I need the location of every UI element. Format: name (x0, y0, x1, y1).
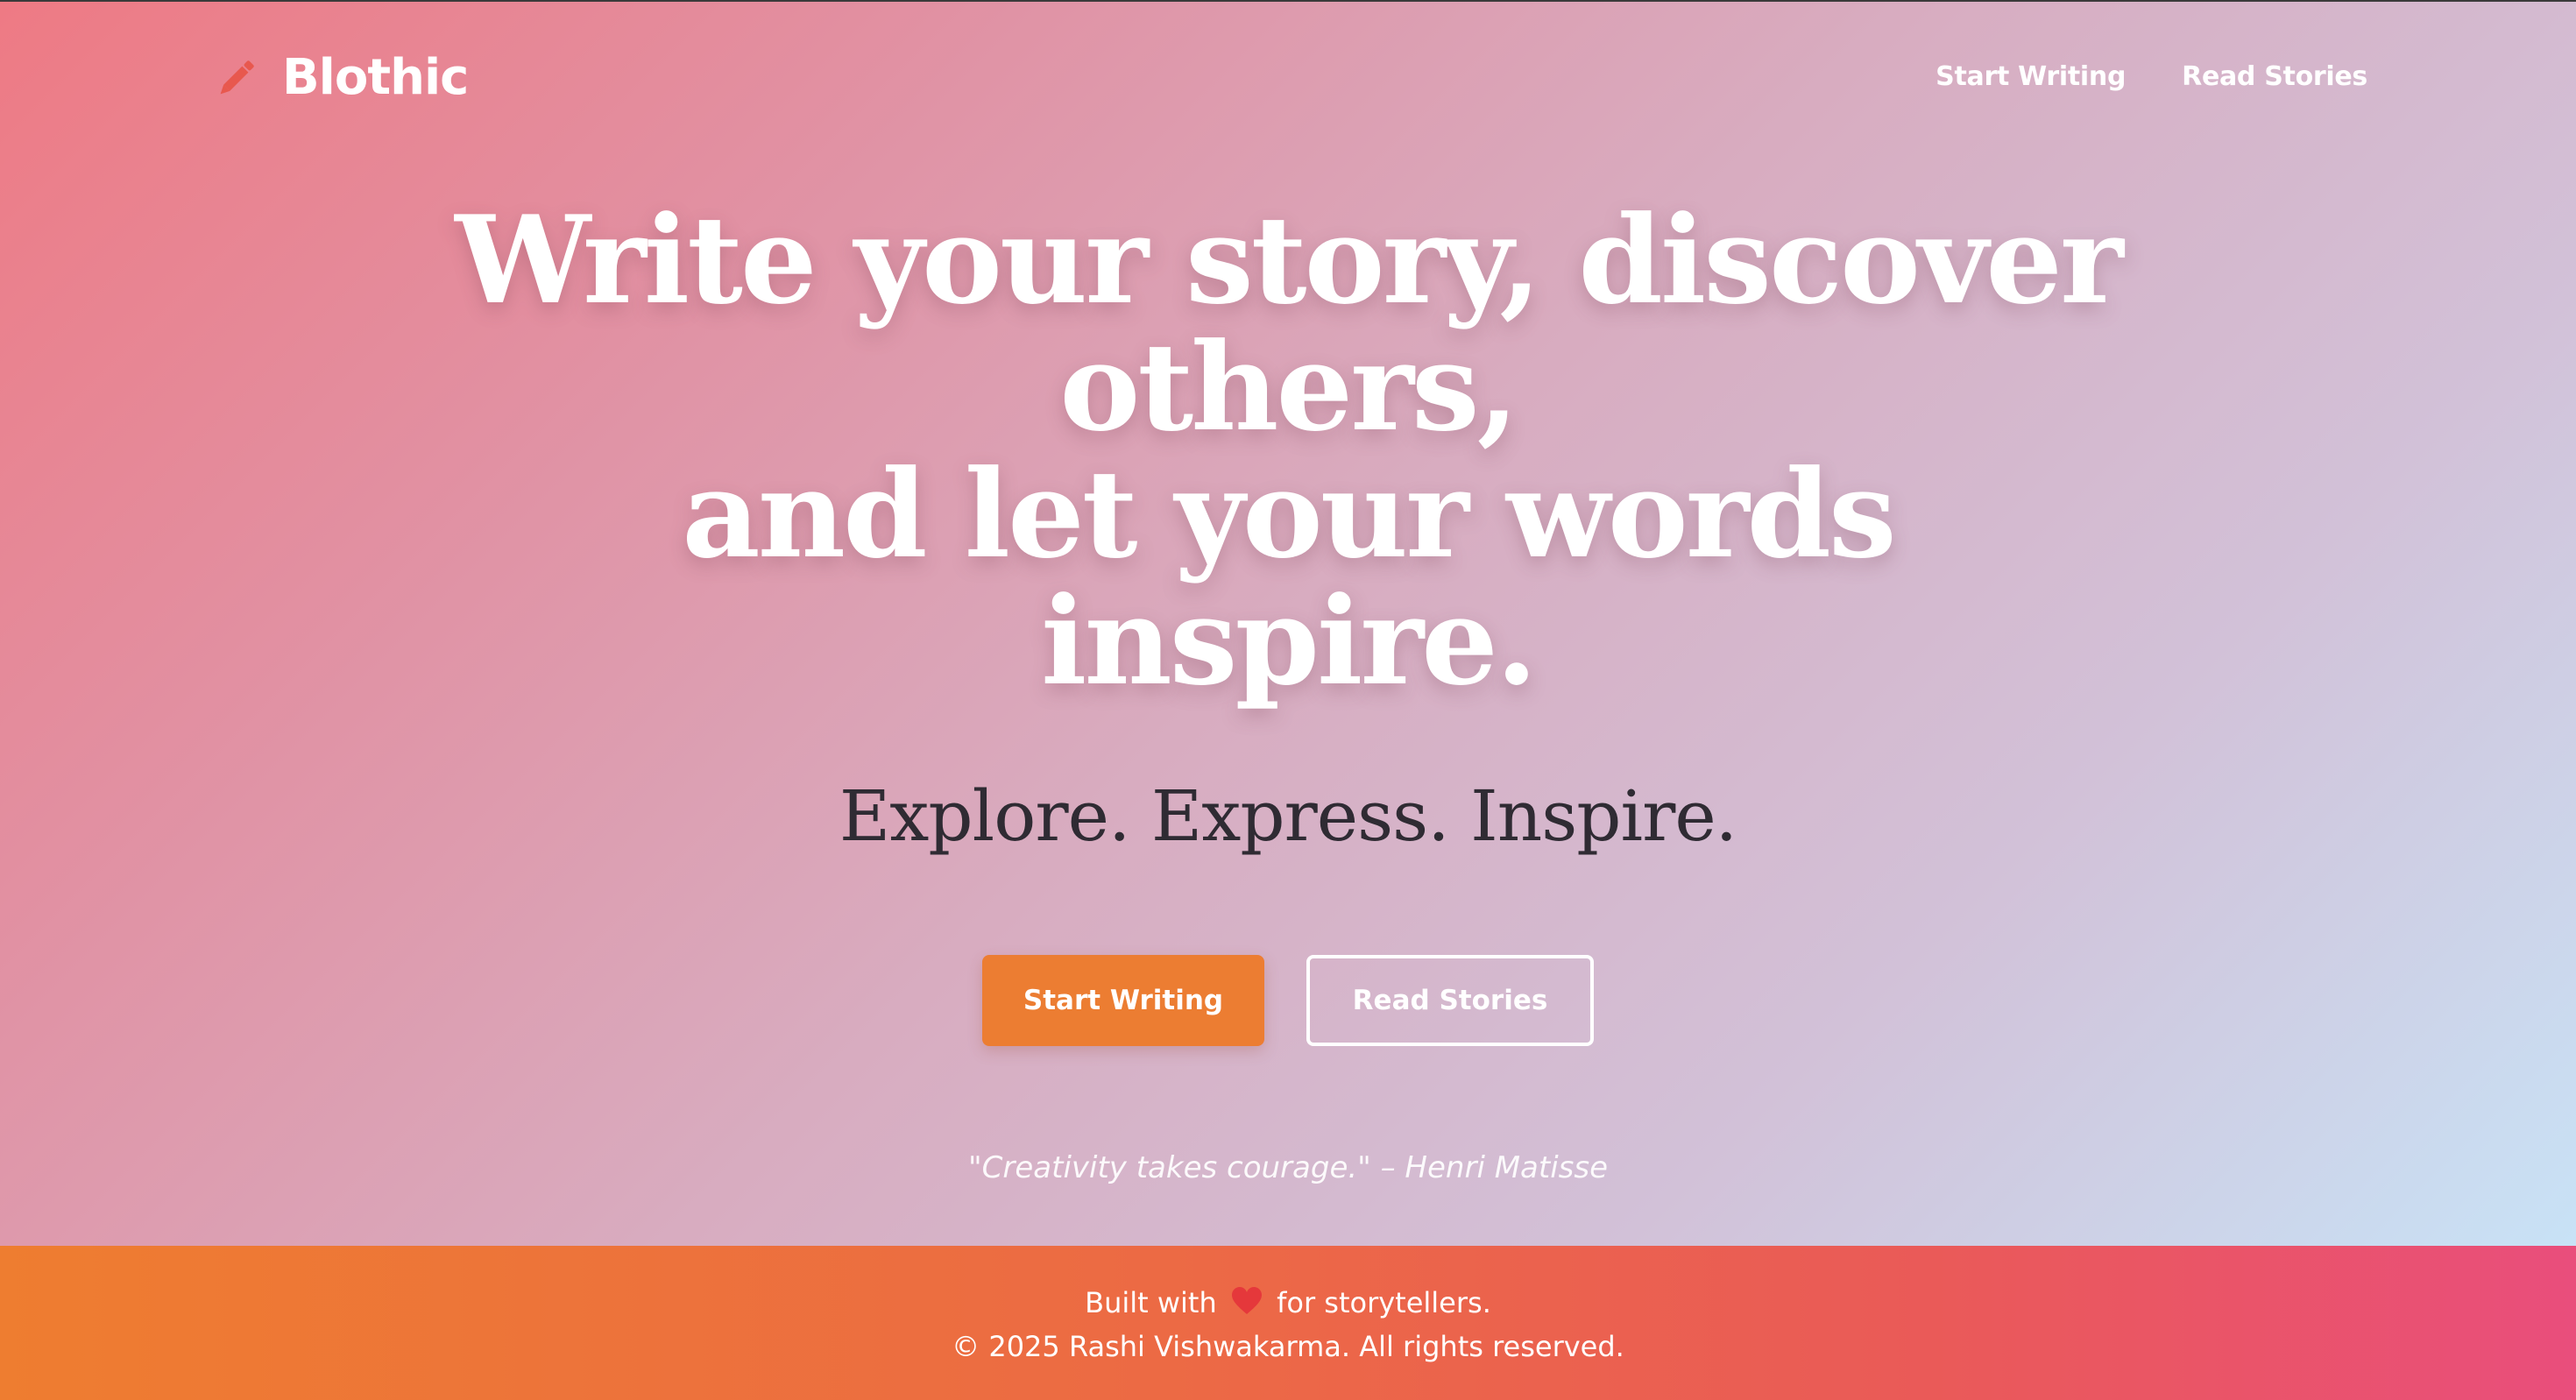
headline-line: and let your words (682, 442, 1896, 585)
hero-section: Blothic Start Writing Read Stories Write… (0, 0, 2576, 1246)
hero-headline: Write your story, discover others, and l… (0, 196, 2576, 704)
footer-credit-prefix: Built with (1085, 1286, 1217, 1319)
page-footer: Built with for storytellers. © 2025 Rash… (0, 1246, 2576, 1400)
read-stories-button[interactable]: Read Stories (1306, 955, 1594, 1046)
heart-icon (1231, 1287, 1262, 1314)
brand-logo[interactable]: Blothic (212, 47, 469, 109)
headline-line: inspire. (1041, 569, 1538, 712)
hero-quote: "Creativity takes courage." – Henri Mati… (968, 1150, 1608, 1185)
headline-line: Write your story, discover (455, 188, 2123, 331)
headline-line: others, (1059, 315, 1518, 458)
hero-tagline: Explore. Express. Inspire. (839, 775, 1737, 857)
nav-link-start-writing[interactable]: Start Writing (1936, 58, 2126, 96)
footer-credit-suffix: for storytellers. (1277, 1286, 1491, 1319)
nav-link-read-stories[interactable]: Read Stories (2182, 58, 2367, 96)
pencil-icon (220, 60, 254, 95)
start-writing-button[interactable]: Start Writing (982, 955, 1264, 1046)
top-nav: Start Writing Read Stories (1936, 58, 2367, 96)
footer-credit: Built with for storytellers. (0, 1281, 2576, 1325)
footer-copyright: © 2025 Rashi Vishwakarma. All rights res… (952, 1330, 1624, 1363)
brand-name: Blothic (282, 49, 469, 106)
